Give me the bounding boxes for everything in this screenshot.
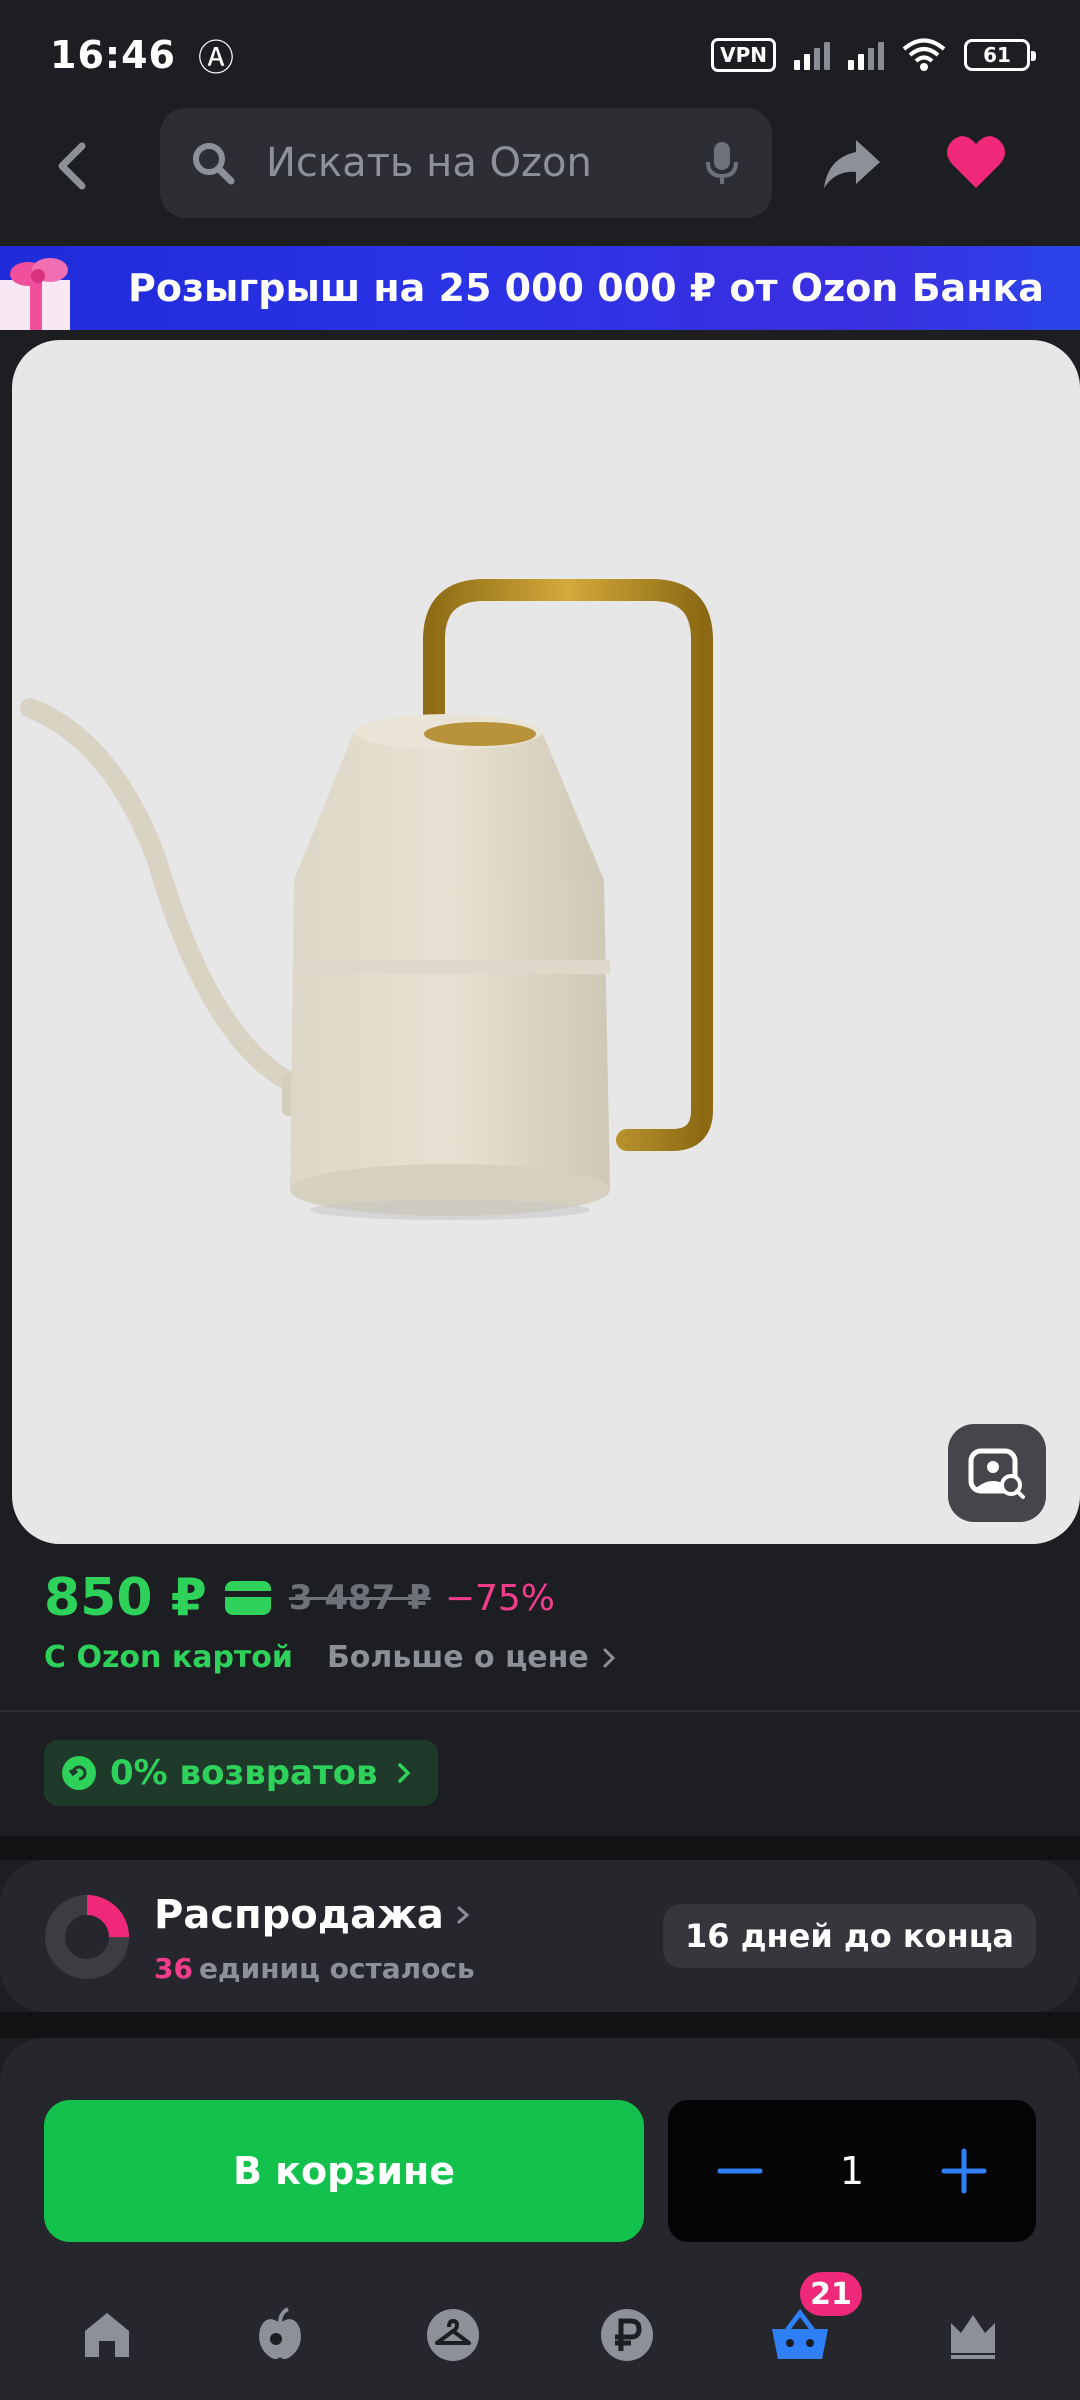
units-left-count: 36 <box>154 1952 193 1985</box>
minus-icon[interactable] <box>716 2147 764 2195</box>
gift-icon <box>0 246 96 330</box>
search-input[interactable] <box>266 140 646 186</box>
anarchy-icon: Ⓐ <box>197 38 234 79</box>
plus-icon[interactable] <box>940 2147 988 2195</box>
sale-title: Распродажа <box>154 1892 474 1938</box>
current-price: 850 ₽ <box>44 1568 207 1628</box>
microphone-icon[interactable] <box>702 140 742 186</box>
quantity-stepper: 1 <box>668 2100 1036 2242</box>
cart-count-badge: 21 <box>799 2272 862 2316</box>
more-about-price-link[interactable]: Больше о цене <box>327 1640 621 1675</box>
tab-finance[interactable] <box>567 2280 687 2390</box>
search-icon <box>193 143 235 185</box>
returns-badge[interactable]: 0% возвратов <box>44 1740 438 1806</box>
tab-fresh[interactable] <box>220 2280 340 2390</box>
tab-premium[interactable] <box>913 2280 1033 2390</box>
heart-icon <box>947 136 1005 188</box>
status-bar: 16:46 Ⓐ VPN 61 <box>0 0 1080 110</box>
more-about-price-label: Больше о цене <box>326 1640 589 1675</box>
vpn-badge: VPN <box>711 38 776 72</box>
return-icon <box>62 1756 96 1790</box>
sale-card[interactable]: Распродажа 36 единиц осталось 16 дней до … <box>0 1860 1080 2012</box>
card-icon <box>224 1581 271 1615</box>
chevron-right-icon <box>457 1906 470 1924</box>
signal-icon <box>794 40 830 70</box>
favorite-button[interactable] <box>944 132 1008 192</box>
promo-text: Розыгрыш на 25 000 000 ₽ от Ozon Банка <box>128 266 1044 310</box>
ozon-card-label: С Ozon картой <box>44 1640 293 1675</box>
chevron-right-icon <box>603 1648 615 1667</box>
apple-icon <box>259 2307 301 2359</box>
share-arrow-icon <box>824 140 880 188</box>
price-row: 850 ₽ 3 487 ₽ −75% <box>44 1568 555 1628</box>
old-price: 3 487 ₽ <box>288 1578 431 1618</box>
visual-search-button[interactable] <box>948 1424 1046 1522</box>
section-gap <box>0 1836 1080 1860</box>
price-details: С Ozon картой Больше о цене <box>44 1640 621 1675</box>
product-image[interactable] <box>12 340 1080 1544</box>
watering-can-image <box>20 579 713 1220</box>
days-left-badge: 16 дней до конца <box>663 1904 1036 1968</box>
back-button[interactable] <box>44 136 104 196</box>
discount-badge: −75% <box>444 1577 555 1619</box>
tab-home[interactable] <box>47 2280 167 2390</box>
sale-progress-ring <box>45 1895 129 1979</box>
in-cart-button[interactable]: В корзине <box>44 2100 644 2242</box>
promo-banner[interactable]: Розыгрыш на 25 000 000 ₽ от Ozon Банка <box>0 246 1080 330</box>
search-bar[interactable] <box>160 108 772 218</box>
chevron-left-icon <box>58 142 86 190</box>
quantity-value: 1 <box>839 2149 865 2193</box>
returns-card: 0% возвратов <box>0 1712 1080 1836</box>
section-gap <box>0 2012 1080 2038</box>
wifi-icon <box>902 38 946 71</box>
tab-wardrobe[interactable] <box>393 2280 513 2390</box>
tab-cart[interactable]: 21 <box>740 2272 862 2390</box>
bottom-tab-bar: 21 <box>0 2270 1080 2400</box>
status-icons: VPN 61 <box>711 38 1036 72</box>
crown-icon <box>951 2315 996 2359</box>
share-button[interactable] <box>820 134 884 194</box>
status-time: 16:46 <box>50 33 176 77</box>
home-icon <box>84 2313 129 2357</box>
signal-icon-2 <box>848 40 884 70</box>
returns-label: 0% возвратов <box>110 1753 378 1793</box>
ruble-icon <box>600 2309 653 2361</box>
units-left-text: единиц осталось <box>198 1952 475 1985</box>
sale-title-label: Распродажа <box>154 1892 444 1938</box>
top-nav <box>0 108 1080 220</box>
chevron-right-icon <box>397 1763 411 1783</box>
image-search-icon <box>968 1448 1025 1499</box>
hanger-icon <box>427 2309 480 2361</box>
units-left: 36 единиц осталось <box>154 1952 475 1985</box>
battery-icon: 61 <box>964 39 1036 71</box>
